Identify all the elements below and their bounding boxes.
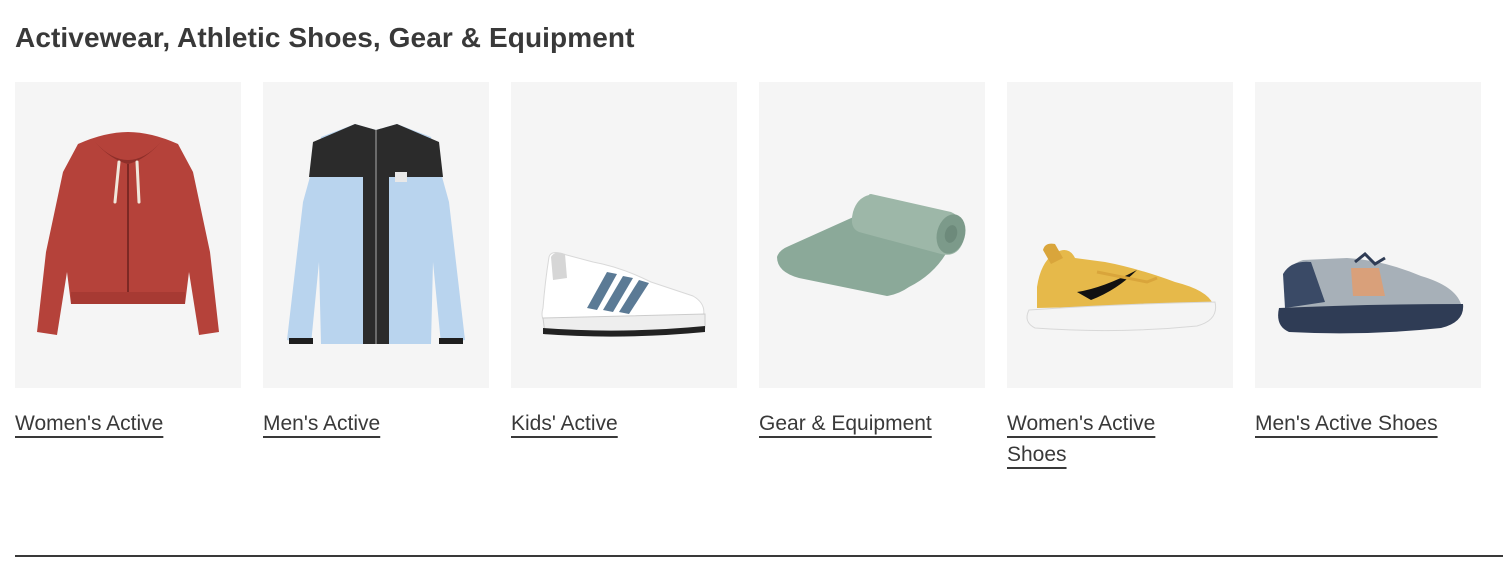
grey-trail-shoe-image: [1278, 251, 1464, 334]
section-title: Activewear, Athletic Shoes, Gear & Equip…: [15, 22, 635, 53]
category-label[interactable]: Kids' Active: [511, 412, 618, 435]
category-card-gear-equipment[interactable]: Gear & Equipment: [759, 82, 985, 470]
category-card-mens-active-shoes[interactable]: Men's Active Shoes: [1255, 82, 1481, 470]
category-grid: Women's Active Men's Active Kids' Active…: [15, 82, 1481, 470]
category-image-womens-active-shoes[interactable]: [1007, 82, 1233, 388]
category-card-womens-active-shoes[interactable]: Women's Active Shoes: [1007, 82, 1233, 470]
category-card-mens-active[interactable]: Men's Active: [263, 82, 489, 470]
category-image-gear-equipment[interactable]: [759, 82, 985, 388]
category-label[interactable]: Men's Active Shoes: [1255, 412, 1438, 435]
category-label[interactable]: Women's Active: [15, 412, 163, 435]
category-card-kids-active[interactable]: Kids' Active: [511, 82, 737, 470]
white-sneaker-image: [541, 252, 706, 337]
red-hoodie-image: [37, 132, 219, 335]
yellow-running-shoe-image: [1026, 243, 1217, 332]
category-label[interactable]: Gear & Equipment: [759, 412, 932, 435]
category-label[interactable]: Men's Active: [263, 412, 380, 435]
category-image-womens-active[interactable]: [15, 82, 241, 388]
category-card-womens-active[interactable]: Women's Active: [15, 82, 241, 470]
category-image-kids-active[interactable]: [511, 82, 737, 388]
category-label[interactable]: Women's Active Shoes: [1007, 412, 1155, 466]
blue-fleece-jacket-image: [287, 124, 465, 344]
section-divider: [15, 555, 1503, 557]
yoga-mat-image: [777, 194, 966, 296]
category-image-mens-active[interactable]: [263, 82, 489, 388]
category-image-mens-active-shoes[interactable]: [1255, 82, 1481, 388]
